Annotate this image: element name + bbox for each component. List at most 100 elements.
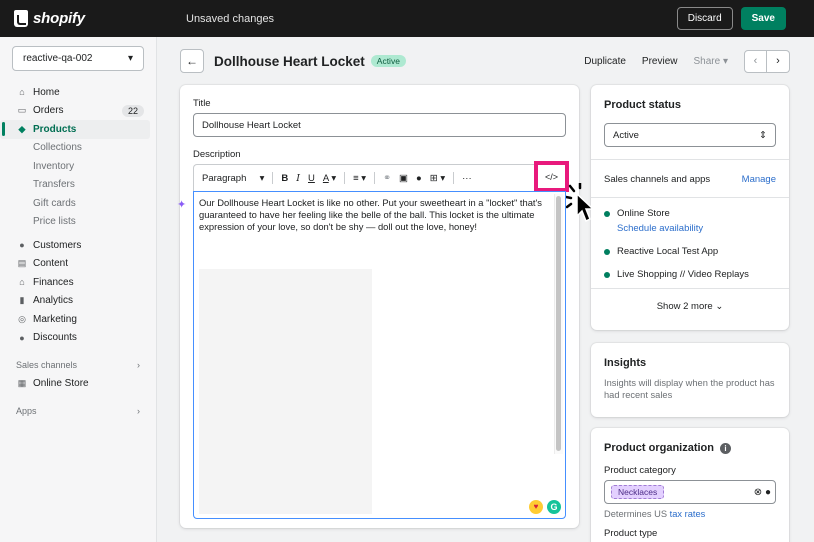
sidebar-item-customers[interactable]: ● Customers	[0, 236, 156, 255]
preview-button[interactable]: Preview	[642, 56, 678, 67]
sidebar-item-gift-cards[interactable]: Gift cards	[0, 194, 156, 213]
scrollbar[interactable]	[556, 196, 561, 451]
more-icon[interactable]: ···	[462, 173, 472, 184]
show-html-button[interactable]: </>	[534, 161, 569, 192]
sales-channels-header[interactable]: Sales channels ›	[0, 356, 156, 374]
title-input[interactable]: Dollhouse Heart Locket	[193, 113, 566, 137]
brand-name: shopify	[33, 10, 85, 27]
select-arrows-icon: ⇕	[759, 129, 767, 141]
underline-icon[interactable]: U	[308, 173, 315, 184]
sidebar: reactive-qa-002 ▾ ⌂ Home ▭ Orders 22 ◆ P…	[0, 37, 157, 542]
info-icon[interactable]: i	[720, 442, 731, 454]
title-value: Dollhouse Heart Locket	[202, 119, 301, 131]
duplicate-button[interactable]: Duplicate	[584, 56, 626, 67]
description-label: Description	[193, 149, 241, 160]
discard-button[interactable]: Discard	[676, 7, 733, 30]
insights-title: Insights	[604, 357, 647, 369]
clear-and-confirm-icons[interactable]: ⊗ ●	[754, 487, 771, 498]
sidebar-item-inventory[interactable]: Inventory	[0, 157, 156, 176]
category-input[interactable]: Necklaces ⊗ ●	[604, 480, 776, 504]
toolbar-divider	[344, 172, 346, 184]
insights-text: Insights will display when the product h…	[604, 378, 775, 400]
category-tag: Necklaces	[611, 485, 665, 499]
sidebar-item-label: Discounts	[33, 332, 77, 344]
grammarly-icon[interactable]: G	[547, 500, 561, 514]
mouse-pointer-icon	[566, 183, 595, 223]
sidebar-item-label: Inventory	[33, 160, 75, 172]
sidebar-item-label: Products	[33, 123, 77, 135]
link-icon[interactable]: ⚭	[383, 173, 391, 184]
save-button[interactable]: Save	[740, 7, 786, 30]
product-type-label: Product type	[604, 528, 658, 539]
manage-link[interactable]: Manage	[742, 174, 776, 185]
sidebar-item-marketing[interactable]: ◎ Marketing	[0, 310, 156, 329]
toolbar-divider	[374, 172, 376, 184]
channel-item: Reactive Local Test App	[604, 246, 776, 257]
channel-item: Live Shopping // Video Replays	[604, 269, 776, 280]
page-title: Dollhouse Heart Locket	[214, 53, 365, 69]
schedule-availability-link[interactable]: Schedule availability	[604, 223, 776, 234]
sidebar-item-orders[interactable]: ▭ Orders 22	[0, 102, 156, 121]
sidebar-item-discounts[interactable]: ● Discounts	[0, 329, 156, 348]
chevron-right-icon: ›	[137, 405, 140, 416]
sidebar-item-analytics[interactable]: ▮ Analytics	[0, 292, 156, 311]
arrow-left-icon: ←	[186, 54, 198, 68]
sidebar-item-label: Gift cards	[33, 197, 76, 209]
align-icon[interactable]: ≡ ▾	[353, 173, 366, 184]
sidebar-item-transfers[interactable]: Transfers	[0, 176, 156, 195]
store-selector[interactable]: reactive-qa-002 ▾	[12, 46, 144, 71]
product-organization-header: Product organization i	[604, 442, 776, 454]
image-icon[interactable]: ▣	[399, 173, 408, 184]
content-icon: ▤	[17, 258, 27, 269]
bold-icon[interactable]: B	[281, 173, 288, 184]
show-more-label: Show 2 more	[656, 301, 713, 312]
apps-header[interactable]: Apps ›	[0, 402, 156, 420]
ai-sparkle-icon[interactable]: ✦	[177, 198, 186, 211]
video-icon[interactable]: ●	[416, 173, 422, 184]
sidebar-item-content[interactable]: ▤ Content	[0, 255, 156, 274]
format-select[interactable]: Paragraph ▾	[202, 173, 264, 184]
bar-chart-icon: ▮	[19, 295, 25, 306]
italic-icon[interactable]: I	[296, 173, 300, 184]
show-more-button[interactable]: Show 2 more ⌄	[591, 301, 789, 312]
sidebar-item-collections[interactable]: Collections	[0, 139, 156, 158]
shopify-logo[interactable]: shopify	[0, 10, 170, 27]
sidebar-item-home[interactable]: ⌂ Home	[0, 83, 156, 102]
text-color-icon[interactable]: A ▾	[323, 173, 336, 184]
person-icon: ●	[19, 240, 25, 251]
sidebar-item-label: Online Store	[33, 377, 89, 389]
sidebar-item-price-lists[interactable]: Price lists	[0, 213, 156, 232]
back-button[interactable]: ←	[180, 49, 204, 73]
sidebar-item-label: Content	[33, 258, 69, 270]
tax-prefix: Determines US	[604, 509, 668, 519]
share-label: Share	[693, 55, 721, 67]
sidebar-item-products[interactable]: ◆ Products	[0, 120, 150, 139]
share-button[interactable]: Share ▾	[694, 56, 729, 67]
bank-icon: ⌂	[19, 277, 25, 288]
description-editor[interactable]: Our Dollhouse Heart Locket is like no ot…	[193, 191, 566, 519]
discount-icon: ●	[19, 332, 25, 343]
sidebar-item-finances[interactable]: ⌂ Finances	[0, 273, 156, 292]
table-icon[interactable]: ⊞ ▾	[430, 173, 445, 184]
emoji-heart-eyes-icon[interactable]: ♥	[529, 500, 543, 514]
tag-icon: ◆	[18, 123, 26, 134]
next-product-button[interactable]: ›	[767, 49, 790, 73]
status-select[interactable]: Active ⇕	[604, 123, 776, 147]
storefront-icon: ▦	[17, 377, 27, 388]
channel-label: Reactive Local Test App	[617, 246, 719, 257]
status-select-value: Active	[613, 129, 639, 141]
tax-rates-link[interactable]: tax rates	[670, 509, 706, 519]
top-bar: shopify Unsaved changes Discard Save	[0, 0, 814, 37]
sidebar-item-label: Transfers	[33, 179, 75, 191]
previous-product-button[interactable]: ‹	[744, 49, 767, 73]
divider	[591, 288, 789, 289]
editor-toolbar: Paragraph ▾ B I U A ▾ ≡ ▾ ⚭ ▣ ● ⊞ ▾ ··· …	[193, 161, 569, 192]
chevron-down-icon: ▾	[259, 172, 265, 184]
apps-label: Apps	[16, 405, 37, 416]
sidebar-item-online-store[interactable]: ▦ Online Store	[0, 374, 156, 393]
sidebar-item-label: Price lists	[33, 216, 76, 228]
product-status-title: Product status	[604, 99, 682, 111]
product-organization-card: Product organization i Product category …	[591, 428, 789, 542]
sidebar-item-label: Customers	[33, 239, 82, 251]
channel-item: Online Store	[604, 208, 776, 219]
